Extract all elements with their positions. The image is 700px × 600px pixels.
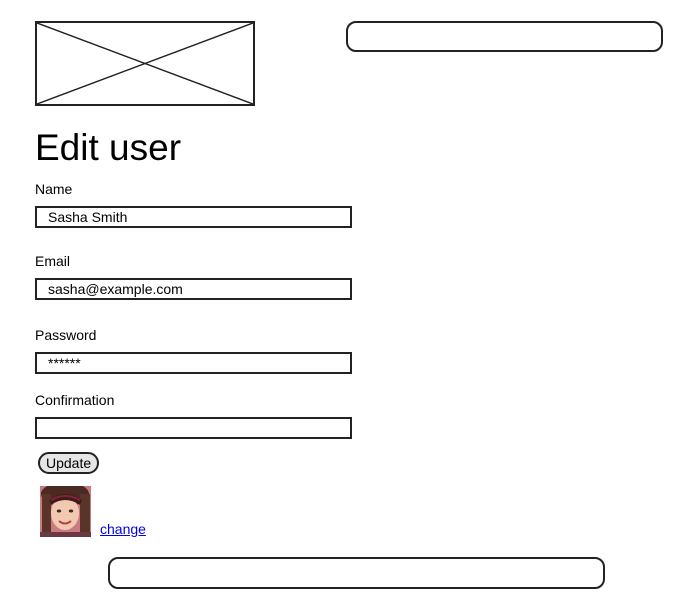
update-button[interactable]: Update: [38, 452, 100, 474]
password-field[interactable]: [35, 352, 352, 374]
top-search-bar[interactable]: [346, 21, 663, 52]
confirmation-label: Confirmation: [35, 392, 115, 408]
email-label: Email: [35, 253, 71, 269]
bottom-input-bar[interactable]: [108, 557, 605, 589]
page-title: Edit user: [35, 127, 182, 168]
logo-placeholder-icon: [35, 21, 255, 106]
password-label: Password: [35, 327, 97, 343]
name-field[interactable]: [35, 206, 352, 228]
name-label: Name: [35, 181, 73, 197]
confirmation-field[interactable]: [35, 417, 352, 439]
email-field[interactable]: [35, 278, 352, 300]
change-avatar-link[interactable]: change: [100, 520, 146, 538]
avatar: [40, 486, 91, 537]
edit-user-page: Edit user Name Email Password Confirmati…: [0, 0, 700, 600]
